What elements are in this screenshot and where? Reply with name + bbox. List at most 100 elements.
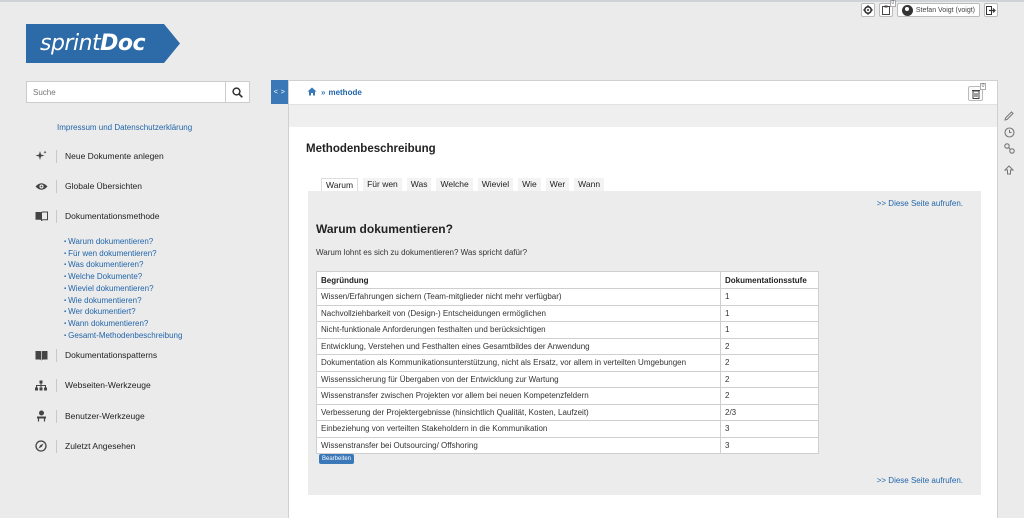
link-icon[interactable] bbox=[1003, 142, 1015, 154]
top-border bbox=[0, 0, 1024, 2]
breadcrumb-current[interactable]: methode bbox=[328, 88, 361, 97]
sidebar-divider bbox=[56, 378, 57, 392]
sub-link-when[interactable]: Wann dokumentieren? bbox=[64, 319, 182, 331]
table-row: Entwicklung, Verstehen und Festhalten ei… bbox=[316, 337, 819, 355]
home-icon[interactable] bbox=[307, 87, 317, 98]
table-cell-reason: Wissenstransfer bei Outsourcing/ Offshor… bbox=[316, 436, 721, 454]
sub-link-how-much[interactable]: Wieviel dokumentieren? bbox=[64, 284, 182, 296]
clock-icon[interactable] bbox=[1003, 126, 1015, 138]
tab-content: >> Diese Seite aufrufen. Warum dokumenti… bbox=[308, 191, 981, 495]
sidebar-item-user-tools[interactable]: Benutzer-Werkzeuge bbox=[32, 408, 145, 424]
sidebar-divider bbox=[56, 179, 57, 193]
sub-link-which-documents[interactable]: Welche Dokumente? bbox=[64, 272, 182, 284]
eye-icon bbox=[32, 178, 50, 194]
sidebar-item-label: Dokumentationspatterns bbox=[65, 350, 158, 360]
arrow-up-icon[interactable] bbox=[1003, 164, 1015, 176]
sidebar-item-website-tools[interactable]: Webseiten-Werkzeuge bbox=[32, 377, 151, 393]
sub-link-why[interactable]: Warum dokumentieren? bbox=[64, 237, 182, 249]
page-title: Methodenbeschreibung bbox=[306, 143, 436, 155]
table-header-row: Begründung Dokumentationsstufe bbox=[316, 271, 819, 289]
open-page-link-top[interactable]: >> Diese Seite aufrufen. bbox=[877, 199, 963, 208]
sidebar-item-new-documents[interactable]: Neue Dokumente anlegen bbox=[32, 148, 164, 164]
page-tools-rail bbox=[1003, 110, 1015, 176]
table-cell-reason: Wissenstransfer zwischen Projekten vor a… bbox=[316, 387, 721, 405]
table-row: Wissenstransfer bei Outsourcing/ Offshor… bbox=[316, 436, 819, 454]
tab-fuer-wen[interactable]: Für wen bbox=[363, 178, 402, 191]
edit-section-button[interactable]: Bearbeiten bbox=[319, 454, 355, 464]
sidebar-divider bbox=[56, 409, 57, 423]
sidebar-item-label: Webseiten-Werkzeuge bbox=[65, 380, 151, 390]
user-name: Stefan Voigt (voigt) bbox=[915, 6, 975, 14]
table-cell-level: 2 bbox=[720, 354, 819, 372]
table-row: Wissen/Erfahrungen sichern (Team-mitglie… bbox=[316, 288, 819, 306]
search-input[interactable] bbox=[27, 82, 225, 102]
table-row: Dokumentation als Kommunikationsunterstü… bbox=[316, 354, 819, 372]
table-cell-reason: Nicht-funktionale Anforderungen festhalt… bbox=[316, 321, 721, 339]
breadcrumb-separator: » bbox=[321, 88, 326, 97]
trash-icon bbox=[971, 89, 980, 99]
tab-warum[interactable]: Warum bbox=[321, 178, 359, 191]
logo-text-light: sprint bbox=[40, 31, 101, 56]
table-cell-level: 3 bbox=[720, 436, 819, 454]
sprintdoc-logo[interactable]: sprintDoc bbox=[26, 24, 180, 63]
column-header-level: Dokumentationsstufe bbox=[720, 271, 819, 289]
table-row: Verbesserung der Projektergebnisse (hins… bbox=[316, 403, 819, 421]
sub-link-what[interactable]: Was dokumentieren? bbox=[64, 260, 182, 272]
tab-welche[interactable]: Welche bbox=[436, 178, 473, 191]
sidebar-item-label: Globale Übersichten bbox=[65, 181, 143, 191]
tab-wer[interactable]: Wer bbox=[545, 178, 570, 191]
table-cell-level: 1 bbox=[720, 304, 819, 322]
clipboard-button[interactable]: 0 bbox=[878, 0, 896, 17]
book-open-icon bbox=[32, 347, 50, 363]
table-cell-level: 1 bbox=[720, 288, 819, 306]
search-icon bbox=[232, 86, 243, 98]
sub-link-full-method[interactable]: Gesamt-Methodenbeschreibung bbox=[64, 331, 182, 343]
sub-link-how[interactable]: Wie dokumentieren? bbox=[64, 296, 182, 308]
table-cell-reason: Einbeziehung von verteilten Stakeholdern… bbox=[316, 420, 721, 438]
tab-bar: Warum Für wen Was Welche Wieviel Wie Wer… bbox=[321, 178, 605, 191]
search-button[interactable] bbox=[225, 82, 249, 102]
column-header-reason: Begründung bbox=[316, 271, 721, 289]
tab-wie[interactable]: Wie bbox=[518, 178, 541, 191]
sidebar-item-label: Dokumentationsmethode bbox=[65, 211, 160, 221]
logout-icon[interactable] bbox=[984, 3, 998, 17]
tab-wieviel[interactable]: Wieviel bbox=[477, 178, 514, 191]
gear-icon[interactable] bbox=[860, 3, 875, 17]
section-heading: Warum dokumentieren? bbox=[316, 222, 453, 236]
tab-wann[interactable]: Wann bbox=[574, 178, 605, 191]
book-icon bbox=[32, 208, 50, 224]
sub-link-who[interactable]: Wer dokumentiert? bbox=[64, 307, 182, 319]
user-menu[interactable]: Stefan Voigt (voigt) bbox=[896, 3, 980, 17]
section-lead: Warum lohnt es sich zu dokumentieren? Wa… bbox=[316, 248, 528, 257]
trash-button[interactable]: 0 bbox=[968, 83, 986, 101]
table-cell-level: 1 bbox=[720, 321, 819, 339]
sidebar-toggle-button[interactable]: < > bbox=[271, 80, 288, 104]
sidebar-divider bbox=[56, 439, 57, 453]
table-cell-level: 2 bbox=[720, 370, 819, 388]
table-row: Einbeziehung von verteilten Stakeholdern… bbox=[316, 420, 819, 438]
sidebar-divider bbox=[56, 149, 57, 163]
open-page-link-bottom[interactable]: >> Diese Seite aufrufen. bbox=[877, 476, 963, 485]
trash-badge: 0 bbox=[980, 83, 986, 90]
compass-icon bbox=[32, 438, 50, 454]
sidebar-divider bbox=[56, 209, 57, 223]
table-cell-level: 2 bbox=[720, 337, 819, 355]
sidebar-divider bbox=[56, 348, 57, 362]
sidebar-item-recently-viewed[interactable]: Zuletzt Angesehen bbox=[32, 438, 135, 454]
sub-link-for-whom[interactable]: Für wen dokumentieren? bbox=[64, 249, 182, 261]
sidebar-item-documentation-method[interactable]: Dokumentationsmethode bbox=[32, 208, 160, 224]
search-box bbox=[26, 81, 250, 103]
user-avatar-icon bbox=[901, 4, 913, 16]
sidebar-item-documentation-patterns[interactable]: Dokumentationspatterns bbox=[32, 347, 157, 363]
pencil-icon[interactable] bbox=[1003, 110, 1015, 122]
clipboard-badge: 0 bbox=[889, 0, 896, 7]
clipboard-icon bbox=[881, 5, 890, 15]
method-sub-links: Warum dokumentieren? Für wen dokumentier… bbox=[64, 237, 182, 342]
sitemap-icon bbox=[32, 377, 50, 393]
main-panel: » methode 0 Methodenbeschreibung Warum F… bbox=[288, 80, 998, 518]
sidebar-item-global-overviews[interactable]: Globale Übersichten bbox=[32, 178, 142, 194]
sidebar-item-label: Zuletzt Angesehen bbox=[65, 441, 136, 451]
table-row: Nicht-funktionale Anforderungen festhalt… bbox=[316, 321, 819, 339]
imprint-link[interactable]: Impressum und Datenschutzerklärung bbox=[57, 123, 192, 132]
tab-was[interactable]: Was bbox=[406, 178, 432, 191]
